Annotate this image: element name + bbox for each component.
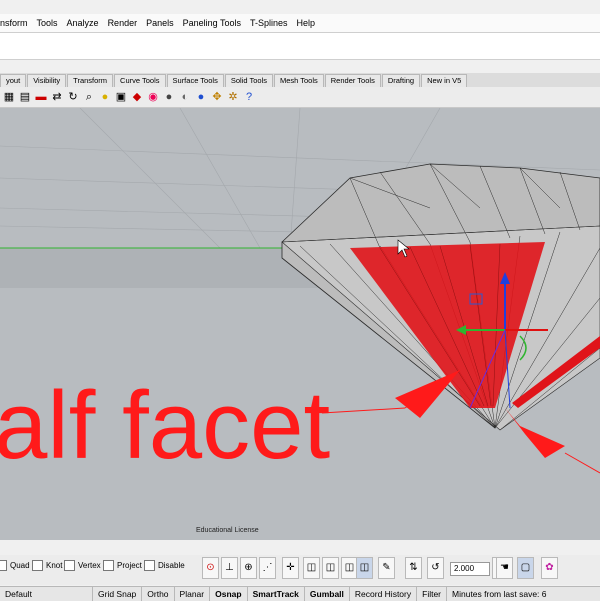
record-history-toggle[interactable]: Record History xyxy=(350,587,418,601)
puzzle-icon[interactable]: ✥ xyxy=(210,90,224,104)
settings-flower-icon[interactable]: ✿ xyxy=(541,557,558,579)
overlay-annotation-label: alf facet xyxy=(0,372,331,479)
toolbar-tabs: yout Visibility Transform Curve Tools Su… xyxy=(0,73,600,88)
shaded-sphere-icon[interactable]: ◐ xyxy=(178,90,192,104)
move-icon[interactable]: ✛ xyxy=(282,557,299,579)
grid-icon[interactable]: ▦ xyxy=(2,90,16,104)
circle-arrow-icon[interactable]: ↻ xyxy=(66,90,80,104)
layer-indicator[interactable]: Default xyxy=(0,587,93,601)
planar-toggle[interactable]: Planar xyxy=(175,587,211,601)
tab-transform[interactable]: Transform xyxy=(67,74,114,87)
car-icon[interactable]: ▬ xyxy=(34,90,48,104)
arrows-icon[interactable]: ⇄ xyxy=(50,90,64,104)
hand-icon[interactable]: ☚ xyxy=(496,557,513,579)
tab-layout[interactable]: yout xyxy=(0,74,27,87)
icon-toolbar: ▦ ▤ ▬ ⇄ ↻ ⌕ ● ▣ ◆ ◉ ● ◐ ● ✥ ✲ ? xyxy=(0,87,600,108)
rotate-icon[interactable]: ↺ xyxy=(427,557,444,579)
quad-checkbox[interactable] xyxy=(0,560,7,571)
cube-active-icon[interactable]: ◫ xyxy=(356,557,373,579)
cube-icon[interactable]: ◫ xyxy=(303,557,320,579)
menu-item-t-splines[interactable]: T-Splines xyxy=(250,18,288,28)
grid-snap-toggle[interactable]: Grid Snap xyxy=(93,587,143,601)
gumball-toggle[interactable]: Gumball xyxy=(305,587,350,601)
disable-label: Disable xyxy=(158,561,185,570)
ortho-toggle[interactable]: Ortho xyxy=(142,587,175,601)
help-icon[interactable]: ? xyxy=(242,90,256,104)
save-timer: Minutes from last save: 6 xyxy=(452,589,547,599)
blue-sphere-icon[interactable]: ● xyxy=(194,90,208,104)
edit-points-icon[interactable]: ✎ xyxy=(378,557,395,579)
menu-item-paneling-tools[interactable]: Paneling Tools xyxy=(183,18,241,28)
scale-icon[interactable]: ⋰ xyxy=(259,557,276,579)
disable-checkbox[interactable] xyxy=(144,560,155,571)
menu-bar: nsform Tools Analyze Render Panels Panel… xyxy=(0,14,600,32)
tab-drafting[interactable]: Drafting xyxy=(381,74,421,87)
gears-icon[interactable]: ✲ xyxy=(226,90,240,104)
layout-icon[interactable]: ▤ xyxy=(18,90,32,104)
smarttrack-toggle[interactable]: SmartTrack xyxy=(248,587,305,601)
vertex-label: Vertex xyxy=(78,561,101,570)
perspective-viewport[interactable]: alf facet Educational License xyxy=(0,108,600,540)
menu-item-analyze[interactable]: Analyze xyxy=(67,18,99,28)
tab-visibility[interactable]: Visibility xyxy=(27,74,67,87)
command-line[interactable] xyxy=(0,32,600,60)
sphere-icon[interactable]: ● xyxy=(162,90,176,104)
clipboard-icon[interactable]: ▣ xyxy=(114,90,128,104)
knot-label: Knot xyxy=(46,561,63,570)
tab-mesh-tools[interactable]: Mesh Tools xyxy=(273,74,324,87)
tab-surface-tools[interactable]: Surface Tools xyxy=(166,74,224,87)
tab-render-tools[interactable]: Render Tools xyxy=(324,74,381,87)
tab-solid-tools[interactable]: Solid Tools xyxy=(224,74,273,87)
quad-label: Quad xyxy=(10,561,30,570)
display-mode-icon[interactable]: ▢ xyxy=(517,557,534,579)
globe-icon[interactable]: ⊕ xyxy=(240,557,257,579)
menu-item-panels[interactable]: Panels xyxy=(146,18,174,28)
filter-toggle[interactable]: Filter xyxy=(417,587,448,601)
gumball-value-field[interactable]: 2.000 xyxy=(450,562,490,576)
knot-checkbox[interactable] xyxy=(32,560,43,571)
vertex-checkbox[interactable] xyxy=(64,560,75,571)
project-checkbox[interactable] xyxy=(103,560,114,571)
project-label: Project xyxy=(117,561,142,570)
axes-icon[interactable]: ⊥ xyxy=(221,557,238,579)
align-icon[interactable]: ⇅ xyxy=(405,557,422,579)
menu-item-help[interactable]: Help xyxy=(297,18,316,28)
menu-item-transform[interactable]: nsform xyxy=(0,18,28,28)
paint-bucket-icon[interactable]: ◆ xyxy=(130,90,144,104)
menu-item-render[interactable]: Render xyxy=(108,18,138,28)
educational-license-text: Educational License xyxy=(196,527,259,534)
stop-icon[interactable]: ⊙ xyxy=(202,557,219,579)
cube-cursor-icon[interactable]: ◫ xyxy=(322,557,339,579)
light-bulb-icon[interactable]: ● xyxy=(98,90,112,104)
menu-item-tools[interactable]: Tools xyxy=(37,18,58,28)
osnap-toggle[interactable]: Osnap xyxy=(210,587,248,601)
color-wheel-icon[interactable]: ◉ xyxy=(146,90,160,104)
zoom-icon[interactable]: ⌕ xyxy=(82,90,96,104)
tab-new-in-v5[interactable]: New in V5 xyxy=(421,74,468,87)
status-bar: Default Grid Snap Ortho Planar Osnap Sma… xyxy=(0,586,600,601)
tab-curve-tools[interactable]: Curve Tools xyxy=(114,74,166,87)
